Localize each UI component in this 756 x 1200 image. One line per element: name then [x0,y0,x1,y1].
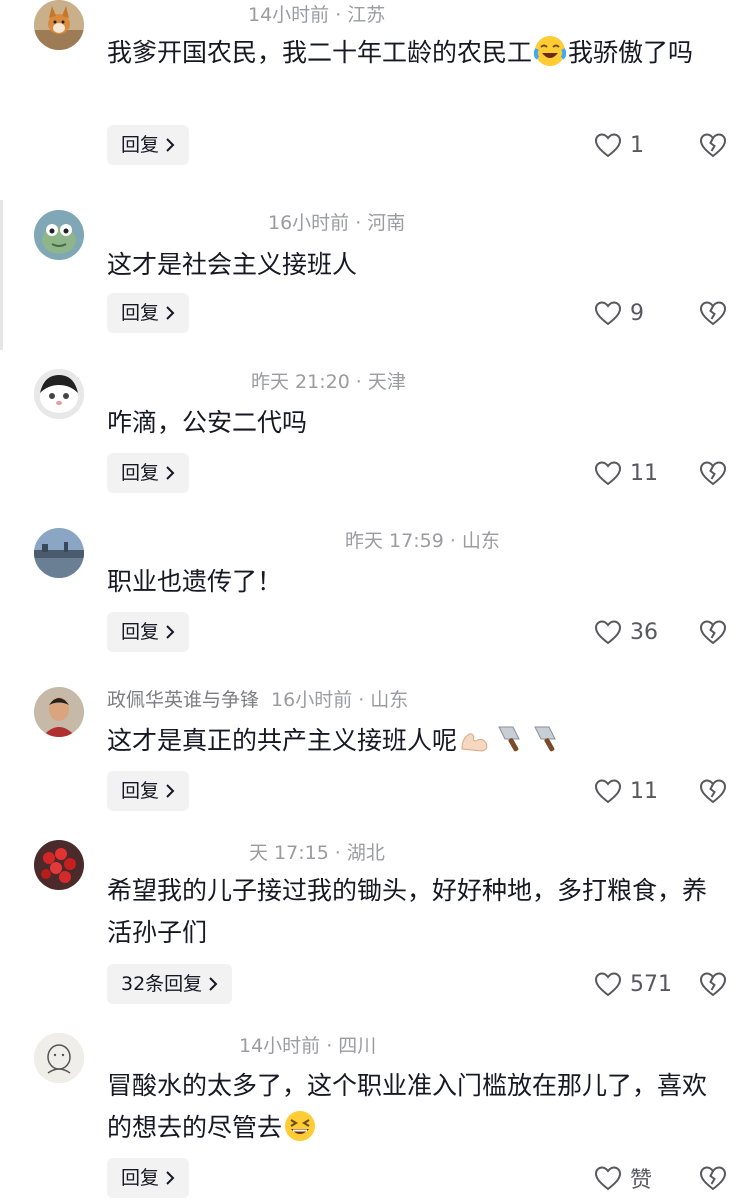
heart-outline-icon [594,1166,622,1191]
like-button[interactable]: 1 [594,125,644,165]
comment-location: 山东 [370,689,409,711]
comment-meta: 政佩华英谁与争锋 16小时前 · 山东 [107,689,409,711]
broken-heart-icon [699,779,727,804]
like-count: 36 [630,619,658,645]
comment-location: 天津 [367,371,406,393]
comment-item: 天 17:15 · 湖北 希望我的儿子接过我的锄头，好好种地，多打粮食，养活孙子们 … [0,840,756,1025]
chevron-right-icon [166,306,175,320]
comment-location: 湖北 [346,842,385,864]
cleaver-emoji [534,726,556,752]
broken-heart-icon [699,461,727,486]
avatar-cat[interactable] [34,369,84,419]
avatar-person[interactable] [34,687,84,737]
avatar-berries[interactable] [34,840,84,890]
reply-button[interactable]: 回复 [107,125,190,165]
comment-time: 天 17:15 [249,842,329,864]
comment-text: 我爹开国农民，我二十年工龄的农民工 我骄傲了吗 [107,32,727,74]
avatar-sketch[interactable] [34,1033,84,1083]
comment-location: 山东 [461,530,500,552]
comment-item: 政佩华英谁与争锋 16小时前 · 山东 这才是真正的共产主义接班人呢 回复 11 [0,687,756,827]
comment-text: 希望我的儿子接过我的锄头，好好种地，多打粮食，养活孙子们 [107,876,708,947]
dislike-button[interactable] [699,131,727,159]
like-count: 9 [630,300,644,326]
broken-heart-icon [699,301,727,326]
avatar-dog[interactable] [34,0,84,50]
comment-meta: 14小时前 · 江苏 [248,4,386,26]
comment-location: 江苏 [347,4,386,26]
chevron-right-icon [166,138,175,152]
chevron-right-icon [166,625,175,639]
comment-meta: 14小时前 · 四川 [239,1035,377,1057]
comment-text: 冒酸水的太多了，这个职业准入门槛放在那儿了，喜欢的想去的尽管去 [107,1071,708,1142]
like-button[interactable]: 赞 [594,1158,652,1198]
comment-item: 16小时前 · 河南 这才是社会主义接班人 回复 9 [0,210,756,350]
like-count: 11 [630,460,658,486]
laughing-crying-emoji [534,36,567,66]
comment-meta: 昨天 21:20 · 天津 [251,371,406,393]
like-button[interactable]: 571 [594,964,672,1004]
comment-time: 14小时前 [239,1035,321,1057]
comment-text: 职业也遗传了！ [107,567,283,596]
heart-outline-icon [594,461,622,486]
chevron-right-icon [209,977,218,991]
like-button[interactable]: 9 [594,293,644,333]
reply-button[interactable]: 回复 [107,1158,190,1198]
like-count: 571 [630,971,672,997]
grinning-squinting-emoji [285,1111,316,1141]
comment-time: 16小时前 [268,212,350,234]
chevron-right-icon [166,1171,175,1185]
comment-location: 四川 [338,1035,377,1057]
comment-item: 14小时前 · 江苏 我爹开国农民，我二十年工龄的农民工 我骄傲了吗 回复 1 [0,0,756,185]
heart-outline-icon [594,972,622,997]
broken-heart-icon [699,620,727,645]
like-button[interactable]: 11 [594,771,658,811]
broken-heart-icon [699,1166,727,1191]
comment-text: 这才是真正的共产主义接班人呢 [107,720,727,762]
reply-button[interactable]: 32条回复 [107,964,233,1004]
like-button[interactable]: 11 [594,453,658,493]
dislike-button[interactable] [699,1164,727,1192]
cleaver-emoji [498,726,520,752]
comment-location: 河南 [367,212,406,234]
comment-meta: 16小时前 · 河南 [268,212,406,234]
broken-heart-icon [699,133,727,158]
heart-outline-icon [594,779,622,804]
like-count: 1 [630,132,644,158]
comment-time: 14小时前 [248,4,330,26]
flexed-biceps-emoji [461,733,488,752]
chevron-right-icon [166,784,175,798]
dislike-button[interactable] [699,299,727,327]
reply-button[interactable]: 回复 [107,453,190,493]
comment-item: 14小时前 · 四川 冒酸水的太多了，这个职业准入门槛放在那儿了，喜欢的想去的尽管去… [0,1033,756,1200]
comment-time: 16小时前 [271,689,353,711]
comment-text: 这才是社会主义接班人 [107,250,358,279]
comment-meta: 昨天 17:59 · 山东 [345,530,500,552]
comment-username[interactable]: 政佩华英谁与争锋 [107,689,259,711]
broken-heart-icon [699,972,727,997]
reply-button[interactable]: 回复 [107,771,190,811]
reply-button[interactable]: 回复 [107,293,190,333]
comment-meta: 天 17:15 · 湖北 [249,842,385,864]
avatar-seaside[interactable] [34,528,84,578]
like-count: 11 [630,778,658,804]
comment-time: 昨天 17:59 [345,530,444,552]
reply-button[interactable]: 回复 [107,612,190,652]
comment-time: 昨天 21:20 [251,371,350,393]
comment-text: 咋滴，公安二代吗 [107,408,308,437]
dislike-button[interactable] [699,777,727,805]
heart-outline-icon [594,301,622,326]
heart-outline-icon [594,620,622,645]
dislike-button[interactable] [699,459,727,487]
like-button[interactable]: 36 [594,612,658,652]
heart-outline-icon [594,133,622,158]
comment-item: 昨天 21:20 · 天津 咋滴，公安二代吗 回复 11 [0,369,756,509]
dislike-button[interactable] [699,970,727,998]
dislike-button[interactable] [699,618,727,646]
chevron-right-icon [166,466,175,480]
like-label: 赞 [630,1168,653,1193]
comment-item: 昨天 17:59 · 山东 职业也遗传了！ 回复 36 [0,528,756,668]
avatar-frog[interactable] [34,210,84,260]
